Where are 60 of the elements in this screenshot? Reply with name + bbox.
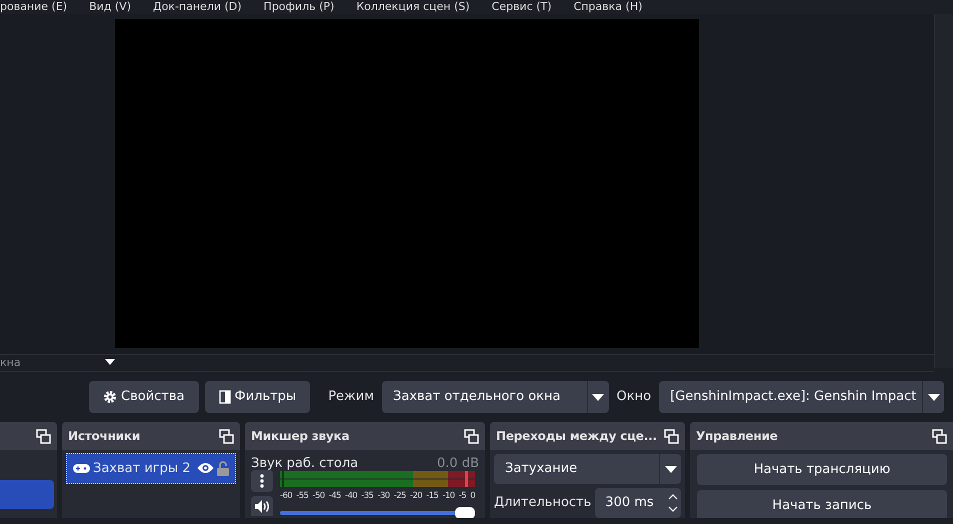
undock-icon[interactable] bbox=[464, 428, 479, 444]
menu-item[interactable]: Коллекция сцен (S) bbox=[356, 0, 470, 14]
source-item[interactable]: Захват игры 2 bbox=[66, 453, 236, 484]
transition-select[interactable]: Затухание bbox=[494, 454, 681, 484]
duration-label: Длительность bbox=[494, 494, 592, 512]
window-select[interactable]: [GenshinImpact.exe]: Genshin Impact bbox=[659, 381, 944, 413]
spin-arrows-icon[interactable] bbox=[668, 492, 678, 514]
meter-tick-label: -20 bbox=[410, 490, 422, 502]
mute-button[interactable] bbox=[251, 496, 273, 516]
mode-select[interactable]: Захват отдельного окна bbox=[382, 381, 609, 413]
volume-slider[interactable] bbox=[280, 506, 475, 518]
menu-item[interactable]: рование (E) bbox=[0, 0, 68, 14]
source-name: кна bbox=[0, 354, 22, 371]
menu-item[interactable]: Вид (V) bbox=[89, 0, 131, 14]
caret-icon bbox=[928, 394, 940, 400]
speaker-icon bbox=[254, 500, 270, 512]
gamepad-icon bbox=[73, 464, 90, 473]
control-button[interactable]: Начать трансляцию bbox=[697, 454, 947, 485]
menu-item[interactable]: Справка (H) bbox=[574, 0, 642, 14]
menu-item[interactable]: Профиль (P) bbox=[264, 0, 334, 14]
undock-icon[interactable] bbox=[36, 428, 51, 444]
field-label: Режим bbox=[327, 388, 376, 406]
eye-icon[interactable] bbox=[196, 462, 214, 474]
menu-item[interactable]: Сервис (T) bbox=[492, 0, 552, 14]
options-button[interactable] bbox=[251, 470, 273, 492]
dock-title: Источники bbox=[68, 428, 140, 445]
more-icon bbox=[260, 474, 264, 488]
duration-spinbox[interactable]: 300 ms bbox=[595, 488, 681, 518]
channel-name: Звук раб. стола bbox=[251, 455, 358, 470]
meter-tick-label: -60 bbox=[280, 490, 292, 502]
gear-icon bbox=[103, 390, 117, 404]
filters-button[interactable]: Фильтры bbox=[204, 381, 310, 413]
field-label: Окно bbox=[616, 388, 652, 406]
dock-title: Управление bbox=[696, 428, 778, 445]
dock-title: Микшер звука bbox=[251, 428, 350, 445]
undock-icon[interactable] bbox=[932, 428, 947, 444]
caret-icon[interactable] bbox=[104, 359, 116, 366]
meter-tick-label: -30 bbox=[378, 490, 390, 502]
meter-tick-label: -45 bbox=[328, 490, 341, 502]
meter-tick-label: -55 bbox=[296, 490, 308, 502]
filter-icon bbox=[218, 390, 230, 404]
meter-tick-label: 0 bbox=[470, 490, 475, 502]
caret-icon bbox=[592, 394, 604, 400]
meter-tick-label: -25 bbox=[394, 490, 406, 502]
properties-button[interactable]: Свойства bbox=[89, 381, 198, 413]
control-button[interactable]: Начать запись bbox=[697, 490, 947, 518]
caret-icon bbox=[664, 466, 676, 472]
meter-tick-label: -35 bbox=[361, 490, 374, 502]
meter-tick-label: -40 bbox=[345, 490, 358, 502]
dock-title: Переходы между сце... bbox=[496, 428, 657, 445]
meter-tick-label: -15 bbox=[426, 490, 438, 502]
meter-tick-label: -10 bbox=[442, 490, 455, 502]
undock-icon[interactable] bbox=[664, 428, 679, 444]
meter-tick-label: -50 bbox=[312, 490, 325, 502]
unlocked-lock-icon[interactable] bbox=[217, 460, 229, 476]
volume-reading: 0.0 dB bbox=[437, 455, 479, 470]
undock-icon[interactable] bbox=[219, 428, 234, 444]
slider-thumb[interactable] bbox=[455, 506, 475, 518]
meter-tick-label: -5 bbox=[458, 490, 466, 502]
menu-item[interactable]: Док-панели (D) bbox=[152, 0, 242, 14]
